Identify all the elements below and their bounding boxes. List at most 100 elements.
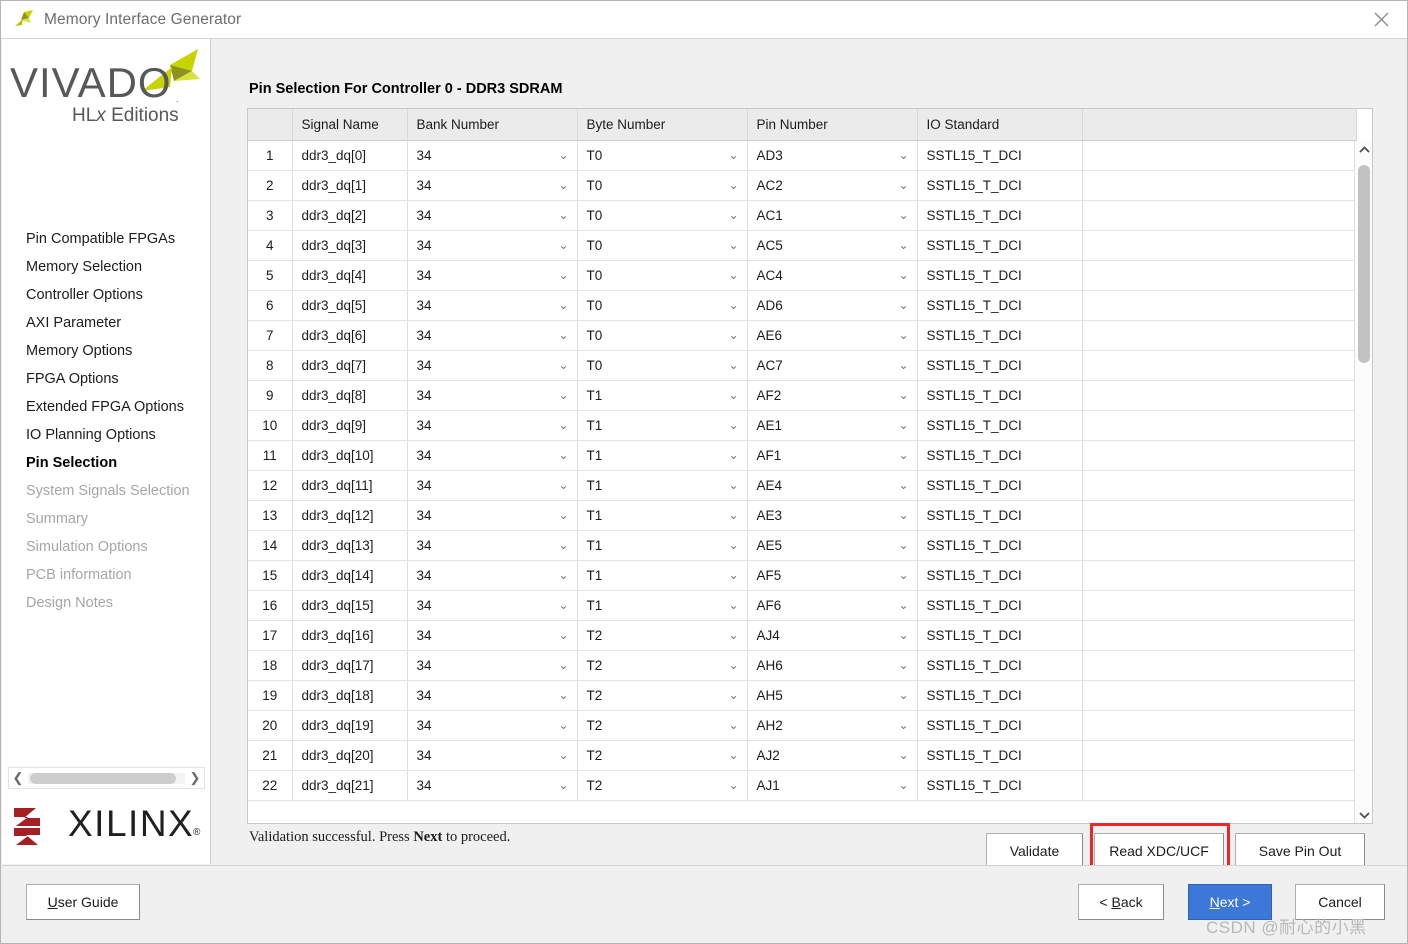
sidebar-item-io-planning-options[interactable]: IO Planning Options xyxy=(26,421,206,449)
chevron-down-icon[interactable]: ⌄ xyxy=(728,419,738,431)
byte-number-select[interactable]: T2 ⌄ xyxy=(577,740,748,771)
scroll-right-arrow-icon[interactable]: ❯ xyxy=(186,770,204,786)
chevron-down-icon[interactable]: ⌄ xyxy=(898,599,908,611)
sidebar-item-axi-parameter[interactable]: AXI Parameter xyxy=(26,309,206,337)
column-header-bank-number[interactable]: Bank Number xyxy=(407,109,578,141)
byte-number-select[interactable]: T0 ⌄ xyxy=(577,320,748,351)
chevron-down-icon[interactable]: ⌄ xyxy=(728,299,738,311)
byte-number-select[interactable]: T0 ⌄ xyxy=(577,200,748,231)
pin-number-select[interactable]: AC1 ⌄ xyxy=(747,200,918,231)
bank-number-select[interactable]: 34 ⌄ xyxy=(407,560,578,591)
byte-number-select[interactable]: T2 ⌄ xyxy=(577,680,748,711)
table-row[interactable]: 16 ddr3_dq[15] 34 ⌄ T1 ⌄ AF6 ⌄ SSTL15_T_DCI xyxy=(248,590,1357,621)
table-row[interactable]: 15 ddr3_dq[14] 34 ⌄ T1 ⌄ AF5 ⌄ SSTL15_T_DCI xyxy=(248,560,1357,591)
validate-button[interactable]: Validate xyxy=(986,833,1083,869)
chevron-down-icon[interactable]: ⌄ xyxy=(558,749,568,761)
chevron-down-icon[interactable]: ⌄ xyxy=(728,359,738,371)
chevron-down-icon[interactable]: ⌄ xyxy=(558,569,568,581)
chevron-down-icon[interactable]: ⌄ xyxy=(898,239,908,251)
chevron-down-icon[interactable]: ⌄ xyxy=(558,659,568,671)
chevron-down-icon[interactable]: ⌄ xyxy=(898,749,908,761)
scroll-left-arrow-icon[interactable]: ❮ xyxy=(9,770,27,786)
chevron-down-icon[interactable]: ⌄ xyxy=(558,779,568,791)
table-row[interactable]: 22 ddr3_dq[21] 34 ⌄ T2 ⌄ AJ1 ⌄ SSTL15_T_DCI xyxy=(248,770,1357,801)
chevron-down-icon[interactable]: ⌄ xyxy=(558,419,568,431)
pin-number-select[interactable]: AH6 ⌄ xyxy=(747,650,918,681)
table-row[interactable]: 19 ddr3_dq[18] 34 ⌄ T2 ⌄ AH5 ⌄ SSTL15_T_DCI xyxy=(248,680,1357,711)
chevron-down-icon[interactable]: ⌄ xyxy=(898,449,908,461)
byte-number-select[interactable]: T0 ⌄ xyxy=(577,230,748,261)
bank-number-select[interactable]: 34 ⌄ xyxy=(407,620,578,651)
bank-number-select[interactable]: 34 ⌄ xyxy=(407,410,578,441)
bank-number-select[interactable]: 34 ⌄ xyxy=(407,140,578,171)
chevron-down-icon[interactable]: ⌄ xyxy=(558,509,568,521)
pin-number-select[interactable]: AE3 ⌄ xyxy=(747,500,918,531)
pin-number-select[interactable]: AE4 ⌄ xyxy=(747,470,918,501)
table-scroll-thumb[interactable] xyxy=(1358,165,1370,363)
chevron-down-icon[interactable]: ⌄ xyxy=(728,269,738,281)
table-vertical-scrollbar[interactable] xyxy=(1354,141,1372,823)
chevron-down-icon[interactable]: ⌄ xyxy=(728,689,738,701)
chevron-down-icon[interactable]: ⌄ xyxy=(898,299,908,311)
byte-number-select[interactable]: T1 ⌄ xyxy=(577,470,748,501)
chevron-down-icon[interactable]: ⌄ xyxy=(728,239,738,251)
pin-number-select[interactable]: AJ4 ⌄ xyxy=(747,620,918,651)
pin-number-select[interactable]: AE5 ⌄ xyxy=(747,530,918,561)
column-header-signal-name[interactable]: Signal Name xyxy=(292,109,408,141)
chevron-down-icon[interactable]: ⌄ xyxy=(898,719,908,731)
chevron-down-icon[interactable]: ⌄ xyxy=(728,209,738,221)
chevron-down-icon[interactable]: ⌄ xyxy=(728,569,738,581)
byte-number-select[interactable]: T1 ⌄ xyxy=(577,440,748,471)
bank-number-select[interactable]: 34 ⌄ xyxy=(407,260,578,291)
chevron-down-icon[interactable]: ⌄ xyxy=(728,719,738,731)
chevron-down-icon[interactable]: ⌄ xyxy=(728,179,738,191)
pin-number-select[interactable]: AF2 ⌄ xyxy=(747,380,918,411)
bank-number-select[interactable]: 34 ⌄ xyxy=(407,320,578,351)
table-row[interactable]: 21 ddr3_dq[20] 34 ⌄ T2 ⌄ AJ2 ⌄ SSTL15_T_DCI xyxy=(248,740,1357,771)
chevron-down-icon[interactable]: ⌄ xyxy=(558,479,568,491)
sidebar-item-memory-options[interactable]: Memory Options xyxy=(26,337,206,365)
byte-number-select[interactable]: T0 ⌄ xyxy=(577,350,748,381)
table-row[interactable]: 17 ddr3_dq[16] 34 ⌄ T2 ⌄ AJ4 ⌄ SSTL15_T_DCI xyxy=(248,620,1357,651)
byte-number-select[interactable]: T0 ⌄ xyxy=(577,290,748,321)
table-row[interactable]: 18 ddr3_dq[17] 34 ⌄ T2 ⌄ AH6 ⌄ SSTL15_T_DCI xyxy=(248,650,1357,681)
chevron-down-icon[interactable]: ⌄ xyxy=(558,629,568,641)
pin-number-select[interactable]: AH5 ⌄ xyxy=(747,680,918,711)
chevron-down-icon[interactable]: ⌄ xyxy=(558,209,568,221)
bank-number-select[interactable]: 34 ⌄ xyxy=(407,200,578,231)
chevron-down-icon[interactable]: ⌄ xyxy=(728,449,738,461)
chevron-down-icon[interactable]: ⌄ xyxy=(558,719,568,731)
byte-number-select[interactable]: T0 ⌄ xyxy=(577,140,748,171)
table-row[interactable]: 11 ddr3_dq[10] 34 ⌄ T1 ⌄ AF1 ⌄ SSTL15_T_DCI xyxy=(248,440,1357,471)
chevron-down-icon[interactable]: ⌄ xyxy=(898,479,908,491)
bank-number-select[interactable]: 34 ⌄ xyxy=(407,710,578,741)
pin-number-select[interactable]: AF6 ⌄ xyxy=(747,590,918,621)
chevron-down-icon[interactable]: ⌄ xyxy=(898,629,908,641)
table-row[interactable]: 8 ddr3_dq[7] 34 ⌄ T0 ⌄ AC7 ⌄ SSTL15_T_DCI xyxy=(248,350,1357,381)
chevron-down-icon[interactable]: ⌄ xyxy=(898,209,908,221)
table-row[interactable]: 13 ddr3_dq[12] 34 ⌄ T1 ⌄ AE3 ⌄ SSTL15_T_DCI xyxy=(248,500,1357,531)
sidebar-item-memory-selection[interactable]: Memory Selection xyxy=(26,253,206,281)
chevron-down-icon[interactable]: ⌄ xyxy=(728,329,738,341)
pin-number-select[interactable]: AC2 ⌄ xyxy=(747,170,918,201)
table-row[interactable]: 4 ddr3_dq[3] 34 ⌄ T0 ⌄ AC5 ⌄ SSTL15_T_DCI xyxy=(248,230,1357,261)
sidebar-scroll-thumb[interactable] xyxy=(30,772,176,784)
byte-number-select[interactable]: T1 ⌄ xyxy=(577,500,748,531)
byte-number-select[interactable]: T2 ⌄ xyxy=(577,770,748,801)
pin-number-select[interactable]: AC5 ⌄ xyxy=(747,230,918,261)
byte-number-select[interactable]: T2 ⌄ xyxy=(577,650,748,681)
table-row[interactable]: 14 ddr3_dq[13] 34 ⌄ T1 ⌄ AE5 ⌄ SSTL15_T_DCI xyxy=(248,530,1357,561)
byte-number-select[interactable]: T2 ⌄ xyxy=(577,710,748,741)
read-xdc-ucf-button[interactable]: Read XDC/UCF xyxy=(1094,833,1224,869)
back-button[interactable]: < Back xyxy=(1078,884,1164,920)
pin-number-select[interactable]: AE1 ⌄ xyxy=(747,410,918,441)
chevron-down-icon[interactable]: ⌄ xyxy=(898,269,908,281)
chevron-down-icon[interactable]: ⌄ xyxy=(558,389,568,401)
bank-number-select[interactable]: 34 ⌄ xyxy=(407,500,578,531)
chevron-down-icon[interactable]: ⌄ xyxy=(898,509,908,521)
byte-number-select[interactable]: T1 ⌄ xyxy=(577,410,748,441)
column-header-pin-number[interactable]: Pin Number xyxy=(747,109,918,141)
chevron-down-icon[interactable]: ⌄ xyxy=(728,749,738,761)
chevron-down-icon[interactable]: ⌄ xyxy=(558,299,568,311)
chevron-down-icon[interactable]: ⌄ xyxy=(558,359,568,371)
